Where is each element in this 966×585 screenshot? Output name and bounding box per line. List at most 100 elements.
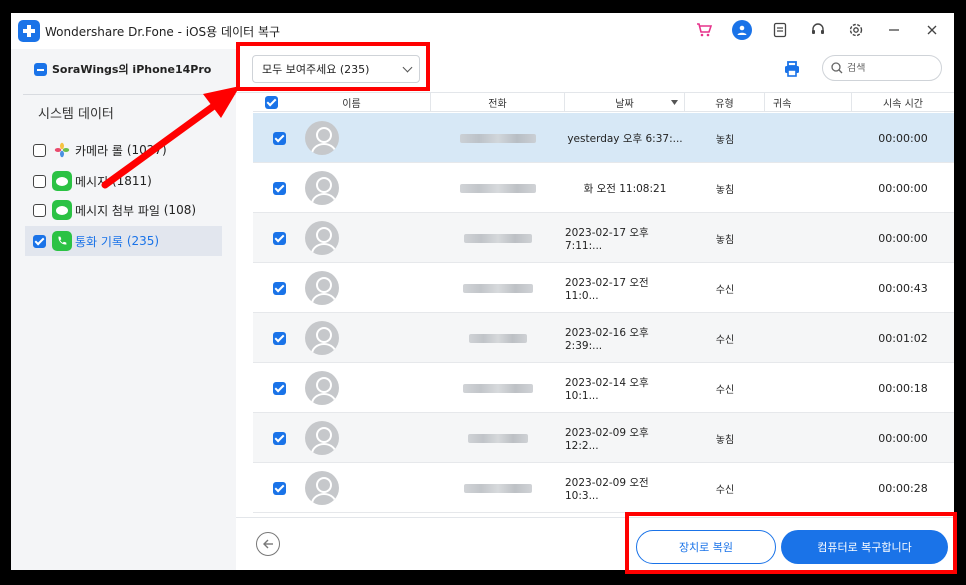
restore-to-device-button[interactable]: 장치로 복원 xyxy=(636,530,776,564)
sidebar-item-message-attachments[interactable]: 메시지 첨부 파일 (108) xyxy=(25,195,222,225)
date-cell: 2023-02-14 오후 10:1... xyxy=(565,376,649,402)
checkbox[interactable] xyxy=(33,234,46,248)
table-row[interactable]: 2023-02-09 오후 12:2... 놓침 00:00:00 xyxy=(253,413,954,463)
window-title: Wondershare Dr.Fone - iOS용 데이터 복구 xyxy=(45,24,281,39)
duration-cell: 00:00:18 xyxy=(878,381,928,395)
phone-cell xyxy=(431,363,565,413)
messages-icon xyxy=(52,171,72,191)
type-cell: 놓침 xyxy=(715,234,735,246)
type-cell: 놓침 xyxy=(715,134,735,146)
checkbox[interactable] xyxy=(33,174,46,188)
messages-icon xyxy=(52,200,72,220)
sidebar-item-count: (108) xyxy=(163,203,197,217)
search-box[interactable] xyxy=(822,55,942,81)
phone-cell xyxy=(431,263,565,313)
contact-avatar-icon xyxy=(305,471,339,505)
duration-cell: 00:00:00 xyxy=(878,131,928,145)
table-row[interactable]: 2023-02-14 오후 10:1... 수신 00:00:18 xyxy=(253,363,954,413)
restore-to-computer-button[interactable]: 컴퓨터로 복구합니다 xyxy=(781,530,948,564)
sidebar: SoraWings의 iPhone14Pro 시스템 데이터 카메라 롤 (10… xyxy=(11,49,236,570)
column-header-date[interactable]: 날짜 xyxy=(565,93,685,112)
phone-icon xyxy=(52,231,72,251)
sort-desc-icon xyxy=(671,100,678,105)
device-selector[interactable]: SoraWings의 iPhone14Pro xyxy=(34,61,211,77)
account-icon[interactable] xyxy=(732,20,752,40)
contact-avatar-icon xyxy=(305,371,339,405)
type-cell: 놓침 xyxy=(715,434,735,446)
row-checkbox[interactable] xyxy=(273,482,286,495)
close-icon[interactable] xyxy=(922,19,942,41)
column-header-attribution[interactable]: 귀속 xyxy=(765,93,852,112)
feedback-icon[interactable] xyxy=(770,19,790,41)
sidebar-item-messages[interactable]: 메시지 (1811) xyxy=(25,166,222,196)
phone-cell xyxy=(431,413,565,463)
toolbar: 모두 보여주세요 (235) xyxy=(236,49,954,93)
row-checkbox[interactable] xyxy=(273,132,286,145)
table-row[interactable]: 2023-02-16 오후 2:39:... 수신 00:01:02 xyxy=(253,313,954,363)
cart-icon[interactable] xyxy=(694,19,714,41)
row-checkbox[interactable] xyxy=(273,382,286,395)
photos-icon xyxy=(52,140,72,160)
checkbox[interactable] xyxy=(33,143,46,157)
sidebar-item-call-history[interactable]: 통화 기록 (235) xyxy=(25,226,222,256)
type-cell: 수신 xyxy=(715,484,735,496)
date-cell: 2023-02-17 오전 11:0... xyxy=(565,276,649,302)
device-checkbox[interactable] xyxy=(34,62,47,76)
date-cell: 2023-02-09 오전 10:3... xyxy=(565,476,649,502)
column-header-type[interactable]: 유형 xyxy=(685,93,765,112)
date-cell: yesterday 오후 6:37:... xyxy=(567,132,683,145)
column-header-phone[interactable]: 전화 xyxy=(431,93,565,112)
row-checkbox[interactable] xyxy=(273,182,286,195)
sidebar-item-label: 카메라 롤 xyxy=(75,143,123,158)
duration-cell: 00:01:02 xyxy=(878,331,928,345)
contact-avatar-icon xyxy=(305,121,339,155)
row-checkbox[interactable] xyxy=(273,332,286,345)
duration-cell: 00:00:00 xyxy=(878,431,928,445)
filter-value: 모두 보여주세요 (235) xyxy=(262,63,370,76)
divider xyxy=(23,94,236,95)
chevron-down-icon xyxy=(402,62,413,73)
table-row[interactable]: yesterday 오후 6:37:... 놓침 00:00:00 xyxy=(253,113,954,163)
duration-cell: 00:00:28 xyxy=(878,481,928,495)
contact-avatar-icon xyxy=(305,421,339,455)
column-header-duration[interactable]: 시속 시간 xyxy=(852,93,954,112)
table-row[interactable]: 2023-02-17 오전 11:0... 수신 00:00:43 xyxy=(253,263,954,313)
row-checkbox[interactable] xyxy=(273,282,286,295)
back-button[interactable] xyxy=(256,532,280,556)
call-log-table: 이름 전화 날짜 유형 귀속 시속 시간 yesterday 오후 6:37:.… xyxy=(253,93,954,517)
settings-icon[interactable] xyxy=(846,19,866,41)
print-icon[interactable] xyxy=(782,59,802,79)
table-row[interactable]: 2023-02-09 오전 10:3... 수신 00:00:28 xyxy=(253,463,954,513)
column-header-name[interactable]: 이름 xyxy=(273,93,431,112)
duration-cell: 00:00:00 xyxy=(878,181,928,195)
sidebar-item-camera-roll[interactable]: 카메라 롤 (1027) xyxy=(25,135,222,165)
row-checkbox[interactable] xyxy=(273,432,286,445)
support-icon[interactable] xyxy=(808,19,828,41)
sidebar-item-count: (1811) xyxy=(111,174,152,188)
type-cell: 놓침 xyxy=(715,184,735,196)
redacted-phone-number xyxy=(469,333,527,343)
phone-cell xyxy=(431,213,565,263)
filter-dropdown[interactable]: 모두 보여주세요 (235) xyxy=(252,55,420,83)
contact-avatar-icon xyxy=(305,171,339,205)
contact-avatar-icon xyxy=(305,321,339,355)
sidebar-item-label: 통화 기록 xyxy=(75,234,123,249)
sidebar-item-count: (235) xyxy=(126,234,160,248)
table-header: 이름 전화 날짜 유형 귀속 시속 시간 xyxy=(253,93,954,112)
arrow-left-icon xyxy=(263,539,273,549)
table-row[interactable]: 2023-02-17 오후 7:11:... 놓침 00:00:00 xyxy=(253,213,954,263)
contact-avatar-icon xyxy=(305,221,339,255)
phone-cell xyxy=(431,463,565,513)
table-row[interactable]: 화 오전 11:08:21 놓침 00:00:00 xyxy=(253,163,954,213)
redacted-phone-number xyxy=(468,433,528,443)
date-cell: 2023-02-16 오후 2:39:... xyxy=(565,326,649,352)
checkbox[interactable] xyxy=(33,203,46,217)
row-checkbox[interactable] xyxy=(273,232,286,245)
redacted-phone-number xyxy=(463,383,533,393)
contact-avatar-icon xyxy=(305,271,339,305)
redacted-phone-number xyxy=(460,183,536,193)
minimize-icon[interactable] xyxy=(884,19,904,41)
search-input[interactable] xyxy=(847,62,927,74)
phone-cell xyxy=(431,113,565,163)
sidebar-item-count: (1027) xyxy=(126,143,167,157)
